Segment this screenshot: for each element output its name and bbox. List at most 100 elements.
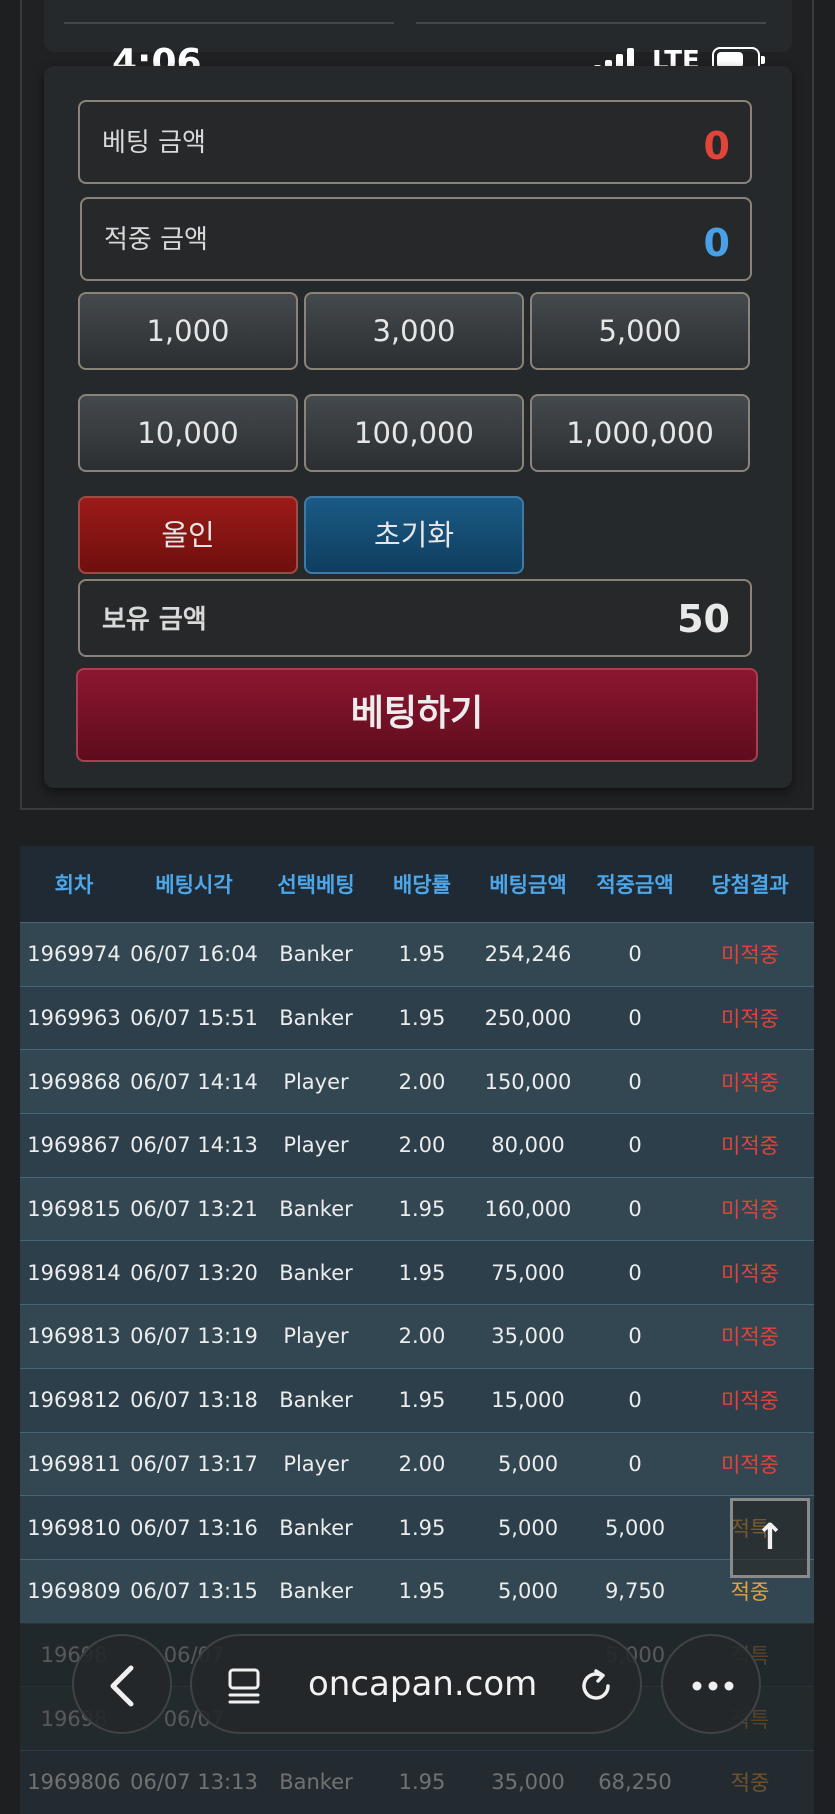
chip-100000-button[interactable]: 100,000 (304, 394, 524, 472)
chip-1000000-button[interactable]: 1,000,000 (530, 394, 750, 472)
cell-odds: 1.95 (398, 1197, 446, 1222)
table-row: 1969814 06/07 13:20 Banker 1.95 75,000 0 미적중 (20, 1240, 814, 1305)
header-odds[interactable]: 배당률 (372, 869, 472, 899)
cell-bet-amount: 5,000 (497, 1515, 559, 1540)
cell-odds: 2.00 (398, 1324, 446, 1349)
back-button[interactable] (72, 1634, 172, 1734)
cell-bet-amount: 35,000 (491, 1324, 565, 1349)
balance-value: 50 (677, 597, 730, 641)
cell-round: 1969812 (27, 1388, 121, 1413)
cell-result: 미적중 (721, 1452, 779, 1477)
win-amount-label: 적중 금액 (104, 225, 208, 255)
cell-win-amount: 0 (628, 1133, 642, 1158)
more-dots-icon (692, 1681, 734, 1691)
cell-selection: Player (283, 1324, 349, 1349)
chevron-left-icon (110, 1665, 134, 1707)
scroll-to-top-button[interactable]: ↑ (730, 1498, 810, 1578)
win-amount-value: 0 (703, 221, 730, 265)
cell-win-amount: 0 (628, 942, 642, 967)
cell-bet-time: 06/07 13:21 (130, 1197, 258, 1222)
header-round[interactable]: 회차 (20, 869, 128, 899)
cell-round: 1969810 (27, 1515, 121, 1540)
cell-result: 미적중 (721, 1261, 779, 1286)
cell-selection: Banker (279, 1260, 353, 1285)
cell-odds: 1.95 (398, 942, 446, 967)
cell-round: 1969814 (27, 1260, 121, 1285)
cell-bet-amount: 75,000 (491, 1260, 565, 1285)
cell-bet-amount: 35,000 (491, 1770, 565, 1795)
cell-bet-amount: 160,000 (484, 1197, 572, 1222)
bet-panel: 베팅 금액 0 적중 금액 0 1,000 3,000 5,000 10,000… (44, 66, 792, 788)
table-row: 1969812 06/07 13:18 Banker 1.95 15,000 0 미적중 (20, 1367, 814, 1432)
cell-win-amount: 68,250 (598, 1770, 672, 1795)
cell-win-amount: 0 (628, 1260, 642, 1285)
address-bar[interactable]: oncapan.com (190, 1634, 642, 1734)
cell-result: 적중 (730, 1580, 770, 1605)
bet-amount-field: 베팅 금액 0 (78, 100, 752, 184)
cell-odds: 1.95 (398, 1388, 446, 1413)
cell-round: 1969963 (27, 1006, 121, 1031)
reset-button[interactable]: 초기화 (304, 496, 524, 574)
cell-bet-amount: 5,000 (497, 1579, 559, 1604)
balance-field: 보유 금액 50 (78, 579, 752, 657)
balance-label: 보유 금액 (102, 605, 207, 635)
cell-odds: 1.95 (398, 1579, 446, 1604)
cell-bet-time: 06/07 13:13 (130, 1770, 258, 1795)
cell-round: 1969815 (27, 1197, 121, 1222)
bet-amount-value: 0 (703, 124, 730, 168)
chip-1000-button[interactable]: 1,000 (78, 292, 298, 370)
table-row: 1969867 06/07 14:13 Player 2.00 80,000 0 미적중 (20, 1113, 814, 1177)
reload-icon[interactable] (574, 1664, 618, 1708)
table-row: 1969813 06/07 13:19 Player 2.00 35,000 0 미적중 (20, 1304, 814, 1368)
win-amount-field: 적중 금액 0 (80, 197, 752, 281)
cell-win-amount: 0 (628, 1324, 642, 1349)
cell-selection: Banker (279, 1515, 353, 1540)
cell-odds: 2.00 (398, 1069, 446, 1094)
cell-odds: 1.95 (398, 1006, 446, 1031)
header-result[interactable]: 당첨결과 (686, 869, 814, 899)
cell-win-amount: 0 (628, 1451, 642, 1476)
browser-toolbar: oncapan.com (0, 1630, 835, 1750)
tab-list-icon[interactable] (222, 1664, 266, 1708)
header-bet-time[interactable]: 베팅시각 (128, 869, 260, 899)
cell-win-amount: 0 (628, 1197, 642, 1222)
cell-result: 미적중 (721, 1389, 779, 1414)
allin-button[interactable]: 올인 (78, 496, 298, 574)
cell-odds: 2.00 (398, 1451, 446, 1476)
cell-selection: Player (283, 1133, 349, 1158)
cell-result: 미적중 (721, 1198, 779, 1223)
header-bet-amount[interactable]: 베팅금액 (472, 869, 584, 899)
cell-selection: Banker (279, 1770, 353, 1795)
cell-round: 1969811 (27, 1451, 121, 1476)
more-options-button[interactable] (661, 1634, 761, 1734)
cell-bet-time: 06/07 13:19 (130, 1324, 258, 1349)
cell-odds: 1.95 (398, 1260, 446, 1285)
place-bet-button[interactable]: 베팅하기 (76, 668, 758, 762)
table-row: 1969811 06/07 13:17 Player 2.00 5,000 0 미적중 (20, 1431, 814, 1496)
cell-selection: Banker (279, 1388, 353, 1413)
cell-odds: 1.95 (398, 1515, 446, 1540)
cell-bet-amount: 250,000 (484, 1006, 572, 1031)
cell-selection: Banker (279, 1197, 353, 1222)
cell-bet-time: 06/07 13:16 (130, 1515, 258, 1540)
cell-bet-time: 06/07 13:18 (130, 1388, 258, 1413)
header-win-amount[interactable]: 적중금액 (584, 869, 686, 899)
cell-odds: 2.00 (398, 1133, 446, 1158)
cell-selection: Banker (279, 1006, 353, 1031)
cell-bet-amount: 5,000 (497, 1451, 559, 1476)
cell-selection: Player (283, 1451, 349, 1476)
table-row: 1969809 06/07 13:15 Banker 1.95 5,000 9,750 적중 (20, 1558, 814, 1623)
arrow-up-icon: ↑ (754, 1517, 786, 1558)
chip-5000-button[interactable]: 5,000 (530, 292, 750, 370)
cell-win-amount: 0 (628, 1069, 642, 1094)
chip-10000-button[interactable]: 10,000 (78, 394, 298, 472)
cell-round: 1969813 (27, 1324, 121, 1349)
cell-result: 적중 (730, 1771, 770, 1796)
cell-bet-amount: 80,000 (491, 1133, 565, 1158)
url-text[interactable]: oncapan.com (308, 1664, 537, 1704)
header-selection[interactable]: 선택베팅 (260, 869, 372, 899)
cell-selection: Banker (279, 942, 353, 967)
chip-3000-button[interactable]: 3,000 (304, 292, 524, 370)
table-row: 196981006/07 13:16Banker1.955,0005,000적특 (20, 1495, 814, 1559)
cell-odds: 1.95 (398, 1770, 446, 1795)
